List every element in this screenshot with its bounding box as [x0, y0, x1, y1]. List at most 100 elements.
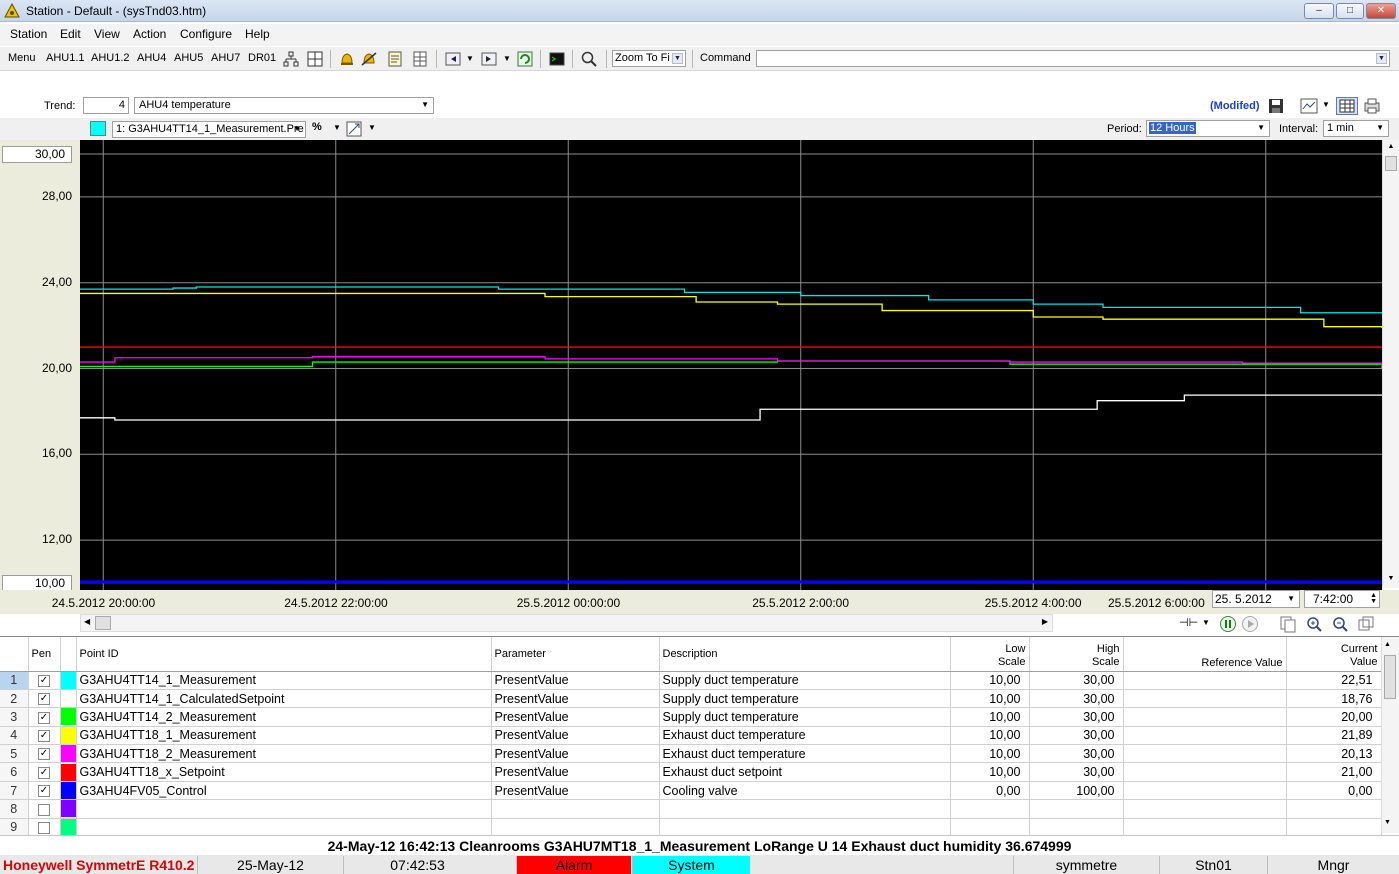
pen-color-cell[interactable]	[60, 781, 77, 801]
pen-checkbox[interactable]: ✓	[38, 766, 50, 779]
grid-vertical-scrollbar[interactable]: ▲ ▼	[1381, 637, 1399, 833]
maximize-button[interactable]: □	[1336, 3, 1364, 19]
pen-checkbox[interactable]: ✓	[38, 693, 50, 706]
menu-help[interactable]: Help	[245, 27, 270, 41]
menu-configure[interactable]: Configure	[180, 27, 232, 41]
table-row[interactable]: 5 ✓ G3AHU4TT18_2_Measurement PresentValue Ex…	[0, 744, 1382, 764]
pen-checkbox-cell[interactable]: ✓	[28, 707, 61, 727]
table-row[interactable]: 7 ✓ G3AHU4FV05_Control PresentValue Cooling …	[0, 781, 1382, 801]
table-view-icon[interactable]	[1336, 97, 1358, 115]
ahu7-button[interactable]: AHU7	[211, 52, 240, 64]
alarm-message-line[interactable]: 24-May-12 16:42:13 Cleanrooms G3AHU7MT18…	[0, 835, 1399, 855]
scroll-thumb[interactable]	[1384, 655, 1396, 699]
pen-color-swatch[interactable]	[90, 121, 106, 136]
current-value-header[interactable]: Current Value	[1286, 637, 1382, 672]
percent-dropdown-icon[interactable]: ▼	[333, 123, 341, 132]
chart-type-dropdown-icon[interactable]: ▼	[1322, 100, 1330, 109]
menu-edit[interactable]: Edit	[60, 27, 81, 41]
scroll-thumb[interactable]	[95, 616, 111, 630]
y-max-input[interactable]: 30,00	[2, 146, 72, 163]
pen-checkbox-cell[interactable]: ✓	[28, 781, 61, 801]
pen-checkbox-cell[interactable]	[28, 799, 61, 819]
pen-color-cell[interactable]	[60, 818, 77, 838]
hierarchy-icon[interactable]	[282, 50, 300, 68]
pen-checkbox[interactable]: ✓	[38, 711, 50, 724]
high-scale-header[interactable]: High Scale	[1029, 637, 1124, 672]
pen-color-cell[interactable]	[60, 744, 77, 764]
table-row[interactable]: 1 ✓ G3AHU4TT14_1_Measurement PresentValue Su…	[0, 671, 1382, 690]
ahu1-2-button[interactable]: AHU1.2	[91, 52, 130, 64]
zoom-in-icon[interactable]	[1305, 615, 1323, 633]
pen-checkbox-cell[interactable]: ✓	[28, 671, 61, 690]
pen-color-cell[interactable]	[60, 799, 77, 819]
reference-value-header[interactable]: Reference Value	[1123, 637, 1287, 672]
zoom-out-icon[interactable]	[1331, 615, 1349, 633]
copy-icon[interactable]	[1279, 615, 1297, 633]
pen-color-swatch[interactable]	[60, 818, 75, 836]
scroll-up-icon[interactable]: ▲	[1384, 641, 1391, 648]
print-icon[interactable]	[1363, 98, 1381, 114]
minimize-button[interactable]: –	[1304, 3, 1334, 19]
pen-header[interactable]: Pen	[28, 637, 61, 672]
pen-checkbox[interactable]	[38, 822, 50, 835]
back-dropdown-icon[interactable]: ▼	[466, 54, 474, 63]
point-id-header[interactable]: Point ID	[76, 637, 492, 672]
pause-icon[interactable]	[1219, 615, 1237, 633]
pen-color-swatch[interactable]	[60, 763, 75, 781]
percent-icon[interactable]: %	[312, 121, 322, 133]
grid-view-icon[interactable]	[306, 50, 324, 68]
plot-horizontal-scrollbar[interactable]: ◀ ▶	[80, 614, 1053, 632]
menu-view[interactable]: View	[94, 27, 120, 41]
pen-color-cell[interactable]	[60, 726, 77, 746]
pen-checkbox[interactable]: ✓	[38, 785, 50, 798]
pen-color-cell[interactable]	[60, 707, 77, 727]
pen-color-swatch[interactable]	[60, 708, 75, 726]
scroll-right-icon[interactable]: ▶	[1042, 617, 1048, 626]
pen-color-swatch[interactable]	[60, 745, 75, 762]
search-icon[interactable]	[580, 50, 598, 68]
axis-scale-icon[interactable]	[346, 121, 362, 137]
scroll-up-icon[interactable]: ▲	[1384, 140, 1398, 154]
description-header[interactable]: Description	[659, 637, 951, 672]
pen-checkbox-cell[interactable]: ✓	[28, 744, 61, 764]
forward-icon[interactable]	[480, 50, 498, 68]
system-indicator[interactable]: System	[632, 856, 750, 874]
pen-color-swatch[interactable]	[60, 726, 75, 744]
terminal-icon[interactable]	[548, 50, 566, 68]
pen-color-cell[interactable]	[60, 689, 77, 709]
trend-plot[interactable]	[80, 140, 1382, 590]
back-icon[interactable]	[444, 50, 462, 68]
alarm-indicator[interactable]: Alarm	[516, 856, 631, 874]
pen-color-swatch[interactable]	[60, 671, 75, 689]
spinner-icon[interactable]: ▲ ▼	[1370, 592, 1377, 605]
ahu5-button[interactable]: AHU5	[174, 52, 203, 64]
pen-checkbox-cell[interactable]: ✓	[28, 689, 61, 709]
forward-dropdown-icon[interactable]: ▼	[503, 54, 511, 63]
zoom-select[interactable]: Zoom To Fi ▼	[612, 50, 686, 67]
ruler-dropdown-icon[interactable]: ▼	[1202, 618, 1210, 627]
restore-view-icon[interactable]	[1357, 615, 1375, 633]
pen-checkbox-cell[interactable]: ✓	[28, 726, 61, 746]
pen-checkbox[interactable]: ✓	[38, 730, 50, 743]
table-row[interactable]: 6 ✓ G3AHU4TT18_x_Setpoint PresentValue Exhau…	[0, 762, 1382, 782]
low-scale-header[interactable]: Low Scale	[950, 637, 1030, 672]
play-icon[interactable]	[1241, 615, 1259, 633]
trend-number-input[interactable]: 4	[83, 97, 129, 114]
close-button[interactable]: ✕	[1366, 3, 1396, 19]
trend-name-select[interactable]: AHU4 temperature ▼	[134, 97, 434, 114]
ruler-icon[interactable]: ⊣⊢	[1179, 616, 1198, 629]
end-date-picker[interactable]: 25. 5.2012 ▼	[1212, 590, 1300, 608]
plot-vertical-scrollbar[interactable]: ▲ ▼	[1382, 140, 1399, 588]
parameter-header[interactable]: Parameter	[491, 637, 660, 672]
end-time-input[interactable]: 7:42:00 ▲ ▼	[1304, 590, 1380, 608]
pen-checkbox-cell[interactable]: ✓	[28, 762, 61, 782]
command-input[interactable]: ▼	[756, 50, 1390, 67]
table-row[interactable]: 3 ✓ G3AHU4TT14_2_Measurement PresentValue Su…	[0, 707, 1382, 727]
interval-select[interactable]: 1 min ▼	[1323, 120, 1389, 137]
pen-checkbox[interactable]: ✓	[38, 748, 50, 761]
alarm-bell-icon[interactable]	[338, 50, 356, 68]
pen-select[interactable]: 1: G3AHU4TT14_1_Measurement.Pre ▼	[112, 121, 306, 138]
table-row[interactable]: 9	[0, 818, 1382, 838]
refresh-icon[interactable]	[516, 50, 534, 68]
scroll-thumb[interactable]	[1385, 156, 1397, 171]
